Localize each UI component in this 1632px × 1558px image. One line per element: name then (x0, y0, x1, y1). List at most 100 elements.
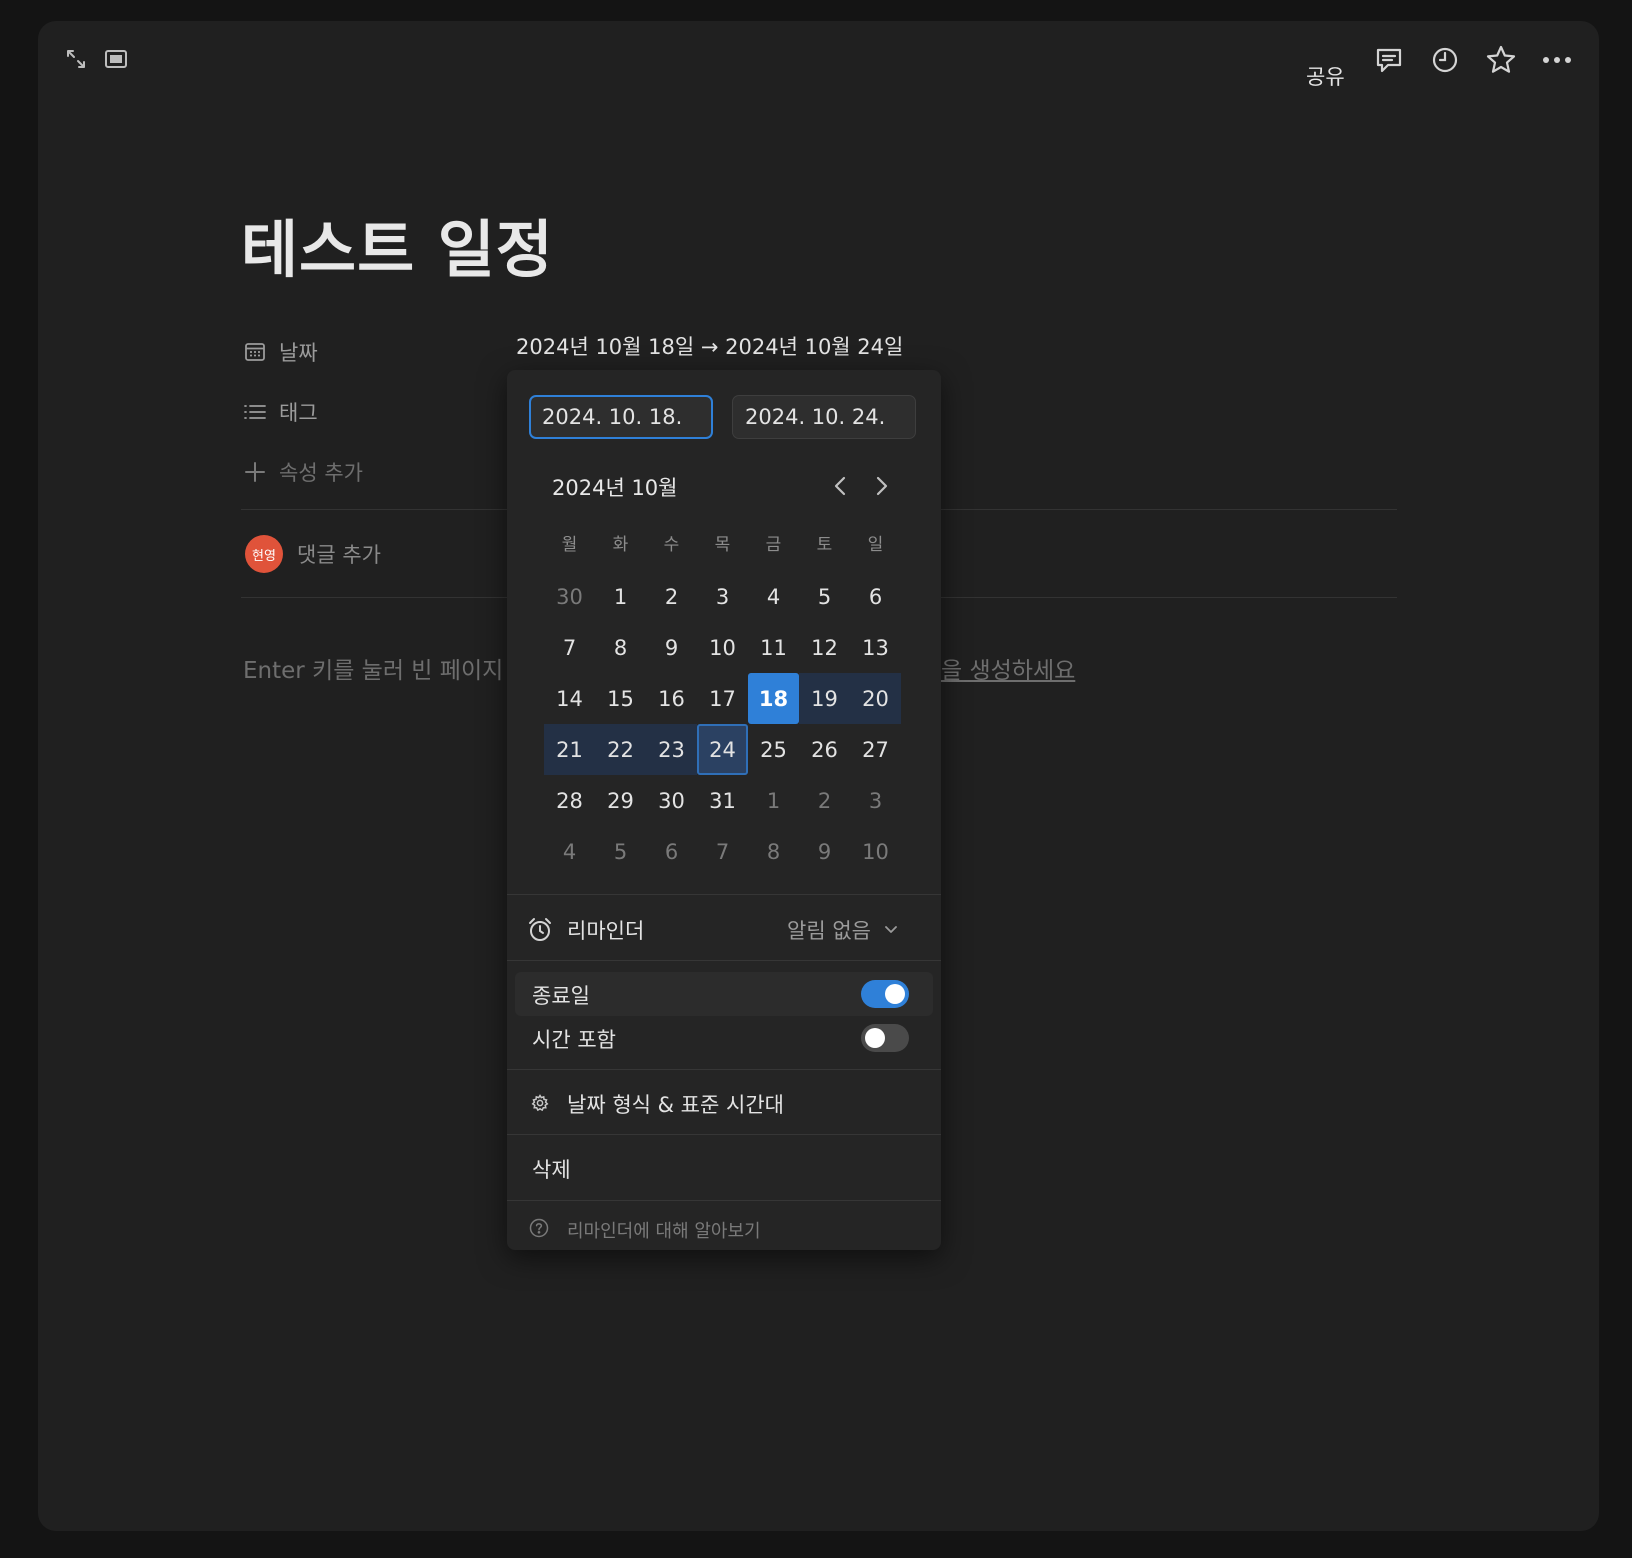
calendar-day[interactable]: 8 (748, 826, 799, 877)
separator (507, 1200, 941, 1201)
date-format-label: 날짜 형식 & 표준 시간대 (567, 1093, 784, 1117)
list-icon (241, 398, 269, 426)
learn-reminders-link[interactable]: 리마인더에 대해 알아보기 (567, 1217, 761, 1243)
calendar-day[interactable]: 5 (799, 571, 850, 622)
separator (507, 1134, 941, 1135)
page-title[interactable]: 테스트 일정 (241, 199, 554, 289)
calendar-day[interactable]: 4 (748, 571, 799, 622)
include-time-label: 시간 포함 (532, 1028, 616, 1052)
separator (507, 894, 941, 895)
delete-label: 삭제 (532, 1158, 571, 1182)
end-date-input[interactable]: 2024. 10. 24. (732, 395, 916, 439)
calendar-day[interactable]: 6 (646, 826, 697, 877)
calendar-day[interactable]: 2 (799, 775, 850, 826)
include-time-row[interactable]: 시간 포함 (515, 1016, 933, 1060)
next-month-icon[interactable] (867, 470, 897, 502)
property-date[interactable]: 날짜 (241, 330, 318, 374)
sidepeek-icon[interactable] (100, 43, 132, 75)
calendar-day[interactable]: 14 (544, 673, 595, 724)
end-date-toggle[interactable] (861, 980, 909, 1008)
calendar-day[interactable]: 3 (697, 571, 748, 622)
end-date-row[interactable]: 종료일 (515, 972, 933, 1016)
calendar-day-range-end[interactable]: 24 (697, 724, 748, 775)
empty-page-hint: Enter 키를 눌러 빈 페이지 (243, 658, 504, 684)
calendar-day[interactable]: 25 (748, 724, 799, 775)
chevron-down-icon (884, 921, 898, 940)
calendar-day[interactable]: 17 (697, 673, 748, 724)
learn-reminders-row[interactable]: 리마인더에 대해 알아보기 (507, 1204, 941, 1250)
property-tags[interactable]: 태그 (241, 390, 318, 434)
calendar-day[interactable]: 4 (544, 826, 595, 877)
calendar-day[interactable]: 1 (748, 775, 799, 826)
weekday-label: 목 (714, 535, 731, 555)
calendar-day[interactable]: 1 (595, 571, 646, 622)
calendar-day[interactable]: 15 (595, 673, 646, 724)
calendar-day[interactable]: 26 (799, 724, 850, 775)
reminder-row[interactable]: 리마인더 알림 없음 (507, 905, 941, 951)
plus-icon (241, 458, 269, 486)
calendar-day[interactable]: 10 (850, 826, 901, 877)
separator (507, 1069, 941, 1070)
delete-row[interactable]: 삭제 (507, 1144, 941, 1190)
weekday-label: 금 (765, 535, 782, 555)
weekday-label: 토 (816, 535, 833, 555)
star-icon[interactable] (1482, 41, 1520, 79)
avatar: 현영 (245, 535, 283, 573)
calendar-day[interactable]: 7 (697, 826, 748, 877)
include-time-toggle[interactable] (861, 1024, 909, 1052)
calendar-day[interactable]: 5 (595, 826, 646, 877)
calendar-day[interactable]: 6 (850, 571, 901, 622)
calendar-day-in-range[interactable]: 21 (544, 724, 595, 775)
calendar-day-in-range[interactable]: 23 (646, 724, 697, 775)
calendar-day[interactable]: 10 (697, 622, 748, 673)
calendar-day[interactable]: 30 (646, 775, 697, 826)
previous-month-icon[interactable] (825, 470, 855, 502)
calendar-day[interactable]: 27 (850, 724, 901, 775)
expand-icon[interactable] (60, 43, 92, 75)
calendar-day[interactable]: 12 (799, 622, 850, 673)
calendar-day[interactable]: 28 (544, 775, 595, 826)
calendar-day[interactable]: 31 (697, 775, 748, 826)
calendar-day-range-start[interactable]: 18 (748, 673, 799, 724)
share-button[interactable]: 공유 (1306, 59, 1345, 95)
add-property-label: 속성 추가 (279, 461, 363, 485)
calendar-day[interactable]: 9 (646, 622, 697, 673)
add-property-button[interactable]: 속성 추가 (241, 450, 363, 494)
date-format-timezone-row[interactable]: 날짜 형식 & 표준 시간대 (507, 1079, 941, 1125)
start-date-input[interactable]: 2024. 10. 18. (529, 395, 713, 439)
calendar-day[interactable]: 3 (850, 775, 901, 826)
comment-icon[interactable] (1370, 41, 1408, 79)
history-icon[interactable] (1426, 41, 1464, 79)
weekday-label: 월 (561, 535, 578, 555)
date-picker-popup: 2024. 10. 18. 2024. 10. 24. 2024년 10월 월 … (507, 370, 941, 1250)
end-date-label: 종료일 (532, 984, 590, 1008)
reminder-label: 리마인더 (567, 919, 645, 943)
date-property-value[interactable]: 2024년 10월 18일 → 2024년 10월 24일 (516, 331, 903, 363)
property-label-date: 날짜 (279, 341, 318, 365)
add-comment[interactable]: 현영 댓글 추가 (245, 533, 381, 575)
calendar-day[interactable]: 7 (544, 622, 595, 673)
help-circle-icon (529, 1218, 549, 1242)
reminder-value[interactable]: 알림 없음 (787, 915, 871, 945)
calendar-icon (241, 338, 269, 366)
calendar-day[interactable]: 2 (646, 571, 697, 622)
gear-icon (531, 1094, 549, 1116)
template-link[interactable]: 을 생성하세요 (941, 651, 1075, 685)
calendar-day-in-range[interactable]: 20 (850, 673, 901, 724)
calendar-day[interactable]: 9 (799, 826, 850, 877)
comment-placeholder[interactable]: 댓글 추가 (297, 539, 381, 569)
calendar-day[interactable]: 29 (595, 775, 646, 826)
calendar-day[interactable]: 8 (595, 622, 646, 673)
calendar-day[interactable]: 16 (646, 673, 697, 724)
calendar-day[interactable]: 11 (748, 622, 799, 673)
calendar-day-in-range[interactable]: 22 (595, 724, 646, 775)
calendar-day[interactable]: 13 (850, 622, 901, 673)
weekday-label: 일 (867, 535, 884, 555)
calendar-day-in-range[interactable]: 19 (799, 673, 850, 724)
more-icon[interactable] (1538, 41, 1576, 79)
weekday-label: 수 (663, 535, 680, 555)
weekday-label: 화 (612, 535, 629, 555)
alarm-clock-icon (527, 917, 553, 947)
page-window: 공유 테스트 일정 날짜 2024년 10월 18일 → 2024년 10월 2… (38, 21, 1599, 1531)
calendar-day[interactable]: 30 (544, 571, 595, 622)
